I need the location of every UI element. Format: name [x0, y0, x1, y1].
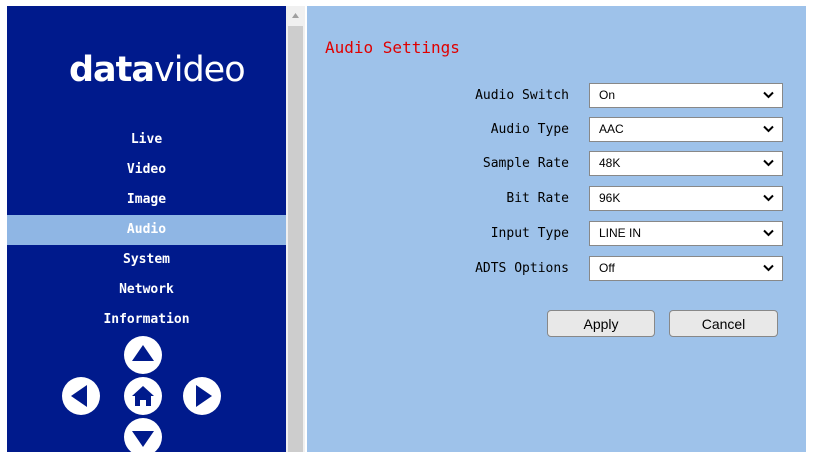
- field-row-adts-options: ADTS Options Off: [307, 256, 806, 281]
- bit-rate-select[interactable]: 96K: [589, 186, 783, 211]
- chevron-left-icon: [71, 385, 87, 407]
- chevron-up-icon: [132, 345, 154, 361]
- ptz-home-button[interactable]: [124, 377, 162, 415]
- sidebar-nav: Live Video Image Audio System Network In…: [7, 125, 286, 335]
- chevron-down-icon: [763, 194, 774, 202]
- field-label: Audio Switch: [475, 88, 569, 103]
- adts-options-select[interactable]: Off: [589, 256, 783, 281]
- input-type-select[interactable]: LINE IN: [589, 221, 783, 246]
- cancel-button[interactable]: Cancel: [669, 310, 778, 337]
- chevron-down-icon: [763, 229, 774, 237]
- logo-bold-text: data: [69, 50, 155, 90]
- vertical-scrollbar[interactable]: [286, 6, 305, 452]
- chevron-down-icon: [763, 91, 774, 99]
- field-label: Input Type: [490, 226, 569, 241]
- audio-switch-select[interactable]: On: [589, 83, 783, 108]
- scroll-up-button[interactable]: [286, 6, 305, 26]
- ptz-right-button[interactable]: [183, 377, 221, 415]
- field-label: Audio Type: [490, 122, 569, 137]
- datavideo-logo: datavideo: [69, 50, 246, 90]
- chevron-down-icon: [763, 264, 774, 272]
- home-icon: [132, 386, 154, 406]
- main-panel: Audio Settings Audio Switch On Audio Typ…: [307, 6, 806, 452]
- sidebar-item-network[interactable]: Network: [7, 275, 286, 305]
- ptz-up-button[interactable]: [124, 336, 162, 374]
- apply-button[interactable]: Apply: [547, 310, 655, 337]
- ptz-left-button[interactable]: [62, 377, 100, 415]
- sidebar-item-image[interactable]: Image: [7, 185, 286, 215]
- select-value: Off: [599, 261, 615, 275]
- field-label: Sample Rate: [482, 156, 569, 171]
- sidebar-item-audio[interactable]: Audio: [7, 215, 286, 245]
- chevron-down-icon: [132, 431, 154, 447]
- field-row-input-type: Input Type LINE IN: [307, 221, 806, 246]
- chevron-right-icon: [196, 385, 212, 407]
- scroll-up-arrow-icon: [292, 13, 299, 18]
- field-row-sample-rate: Sample Rate 48K: [307, 151, 806, 176]
- audio-type-select[interactable]: AAC: [589, 117, 783, 142]
- field-label: ADTS Options: [475, 261, 569, 276]
- field-label: Bit Rate: [506, 191, 569, 206]
- chevron-down-icon: [763, 125, 774, 133]
- sidebar: datavideo Live Video Image Audio System …: [7, 6, 286, 452]
- field-row-audio-type: Audio Type AAC: [307, 117, 806, 142]
- chevron-down-icon: [763, 159, 774, 167]
- select-value: AAC: [599, 122, 624, 136]
- scroll-thumb[interactable]: [288, 26, 303, 452]
- sidebar-item-live[interactable]: Live: [7, 125, 286, 155]
- sidebar-item-system[interactable]: System: [7, 245, 286, 275]
- select-value: 96K: [599, 191, 621, 205]
- select-value: LINE IN: [599, 226, 642, 240]
- field-row-audio-switch: Audio Switch On: [307, 83, 806, 108]
- select-value: On: [599, 88, 616, 102]
- select-value: 48K: [599, 156, 621, 170]
- ptz-down-button[interactable]: [124, 418, 162, 452]
- sidebar-item-video[interactable]: Video: [7, 155, 286, 185]
- logo-light-text: video: [154, 50, 246, 90]
- field-row-bit-rate: Bit Rate 96K: [307, 186, 806, 211]
- sample-rate-select[interactable]: 48K: [589, 151, 783, 176]
- page-title: Audio Settings: [325, 38, 460, 57]
- sidebar-item-information[interactable]: Information: [7, 305, 286, 335]
